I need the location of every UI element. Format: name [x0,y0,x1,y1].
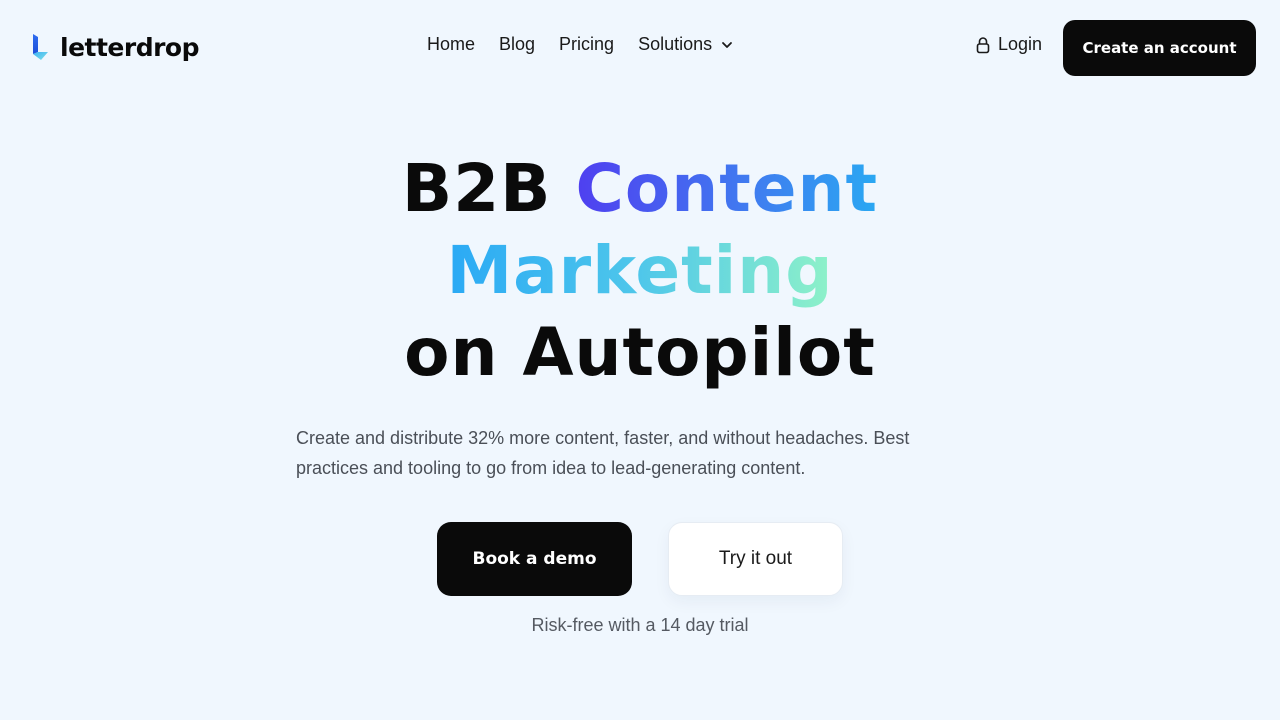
letterdrop-logo-icon [33,34,48,60]
hero-title-prefix: B2B [401,150,576,227]
hero-title-highlight-marketing: Marketing [446,232,834,309]
brand-logo-link[interactable]: letterdrop [30,31,200,63]
book-demo-button[interactable]: Book a demo [437,522,632,596]
nav-link-solutions-label: Solutions [638,34,713,54]
hero-title-suffix: on Autopilot [404,314,876,391]
brand-name: letterdrop [60,32,200,62]
trial-note: Risk-free with a 14 day trial [531,615,749,635]
try-it-out-button[interactable]: Try it out [668,522,843,596]
chevron-down-icon [722,41,733,48]
hero-title-highlight-content: Content [575,150,879,227]
nav-link-blog[interactable]: Blog [499,34,535,55]
nav-link-solutions[interactable]: Solutions [638,34,734,55]
lock-icon [976,36,990,53]
main-nav: Home Blog Pricing Solutions [427,34,734,55]
nav-link-pricing[interactable]: Pricing [559,34,614,55]
top-navigation: letterdrop Home Blog Pricing Solutions L… [0,0,1280,95]
login-label: Login [998,34,1043,54]
hero-subtitle: Create and distribute 32% more content, … [296,428,910,478]
create-account-button[interactable]: Create an account [1063,20,1256,76]
hero-title: B2B Content Marketing on Autopilot [0,148,1280,394]
nav-link-home[interactable]: Home [427,34,475,55]
login-link[interactable]: Login [976,34,1042,55]
